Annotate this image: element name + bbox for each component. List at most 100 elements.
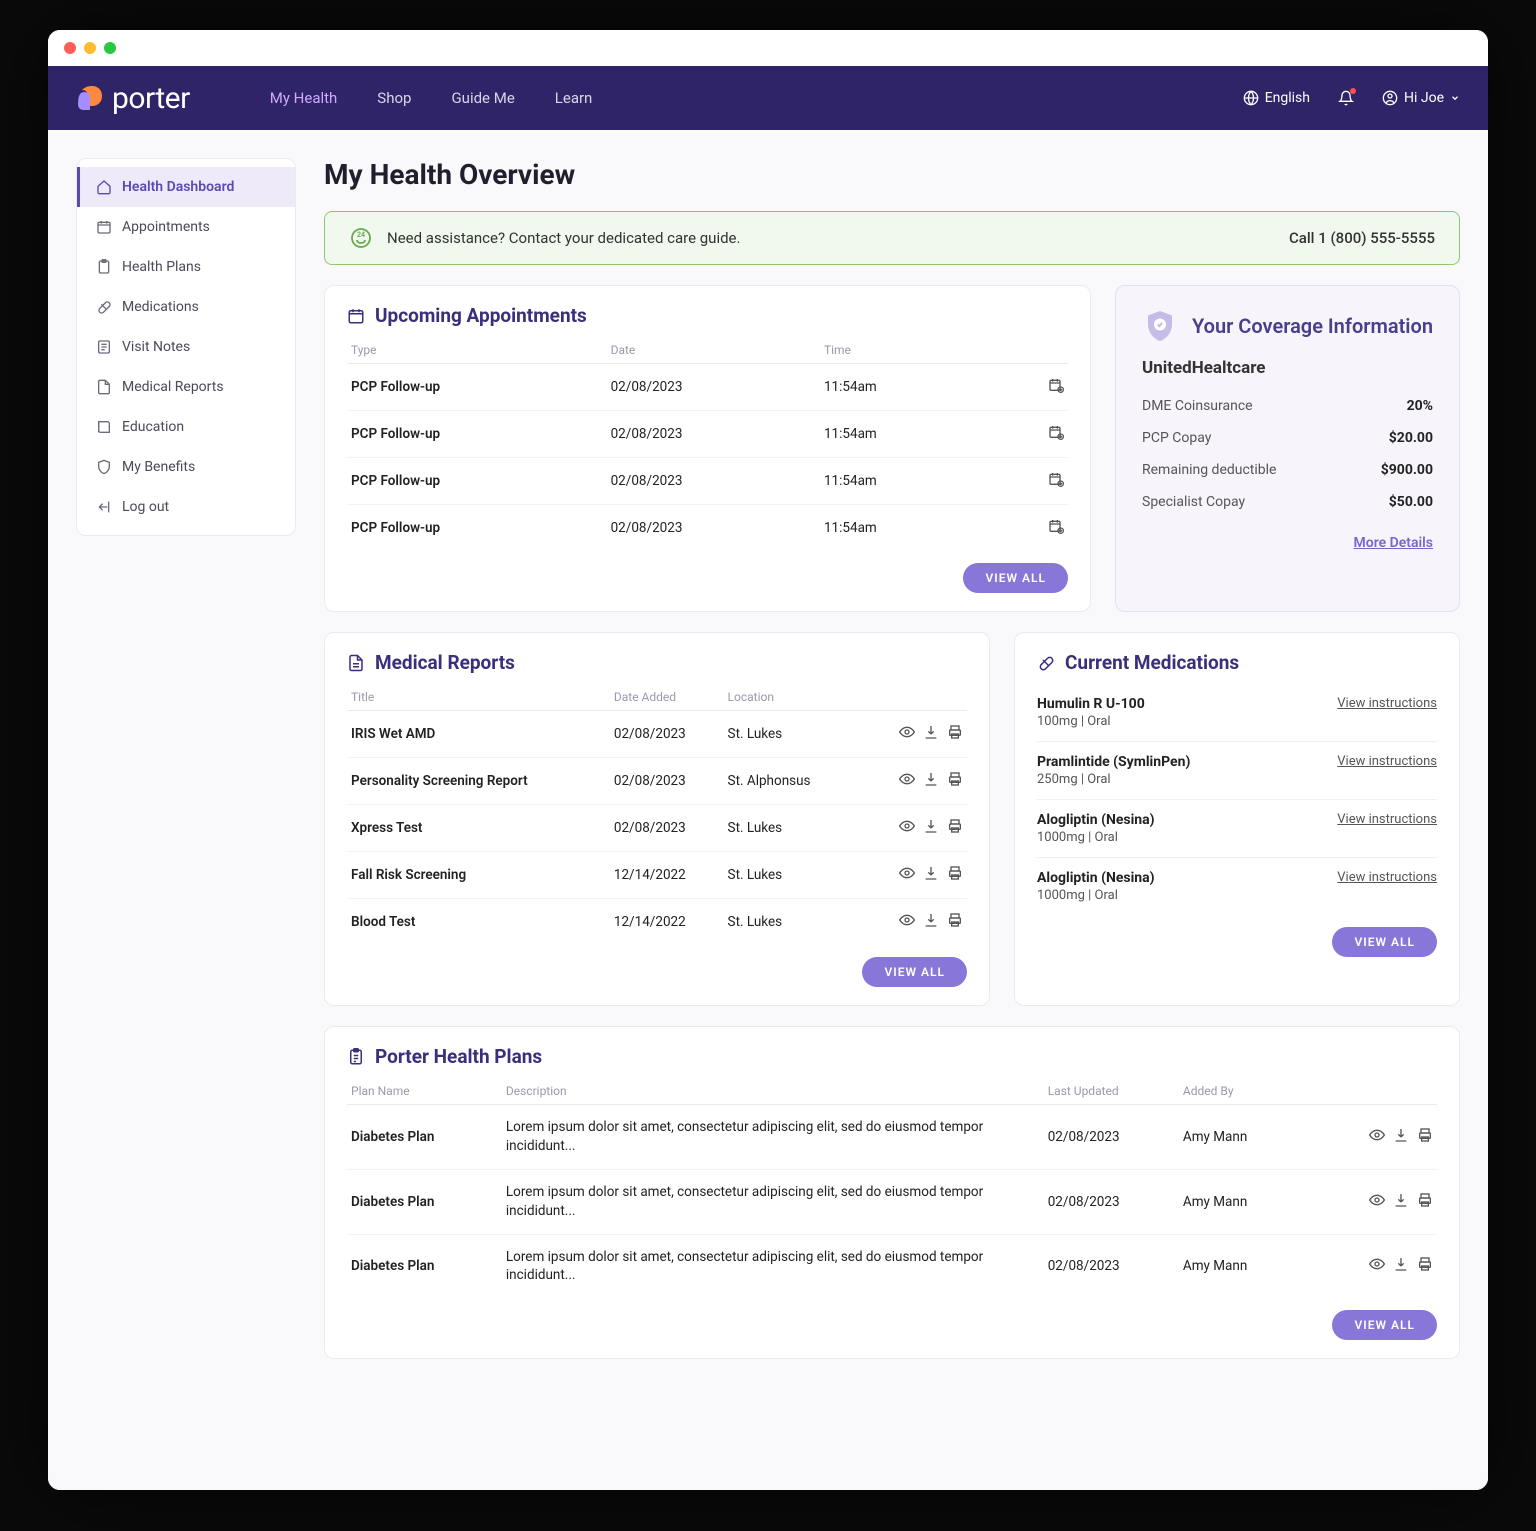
sidebar-item-log-out[interactable]: Log out bbox=[77, 487, 295, 527]
print-icon[interactable] bbox=[947, 771, 963, 787]
language-label: English bbox=[1265, 90, 1310, 106]
add-to-calendar-icon[interactable] bbox=[1048, 424, 1064, 440]
appointment-date: 02/08/2023 bbox=[607, 505, 820, 552]
sidebar-item-medications[interactable]: Medications bbox=[77, 287, 295, 327]
brand-logo[interactable]: porter bbox=[76, 81, 190, 116]
print-icon[interactable] bbox=[947, 865, 963, 881]
sidebar-item-label: Health Plans bbox=[122, 259, 201, 275]
add-to-calendar-icon[interactable] bbox=[1048, 377, 1064, 393]
view-icon[interactable] bbox=[1369, 1256, 1385, 1272]
window-close-button[interactable] bbox=[64, 42, 76, 54]
medications-title: Current Medications bbox=[1065, 651, 1239, 674]
report-location: St. Lukes bbox=[724, 711, 854, 758]
medication-detail: 100mg | Oral bbox=[1037, 714, 1145, 729]
notifications-button[interactable] bbox=[1338, 90, 1354, 106]
print-icon[interactable] bbox=[947, 724, 963, 740]
sidebar-item-visit-notes[interactable]: Visit Notes bbox=[77, 327, 295, 367]
download-icon[interactable] bbox=[1393, 1127, 1409, 1143]
appointment-type: PCP Follow-up bbox=[347, 505, 607, 552]
download-icon[interactable] bbox=[923, 912, 939, 928]
reports-view-all-button[interactable]: VIEW ALL bbox=[862, 957, 967, 987]
medication-instructions-link[interactable]: View instructions bbox=[1337, 870, 1437, 885]
view-icon[interactable] bbox=[1369, 1127, 1385, 1143]
print-icon[interactable] bbox=[1417, 1256, 1433, 1272]
appointments-card: Upcoming Appointments TypeDateTimePCP Fo… bbox=[324, 285, 1091, 612]
coverage-value: $50.00 bbox=[1389, 494, 1433, 510]
book-icon bbox=[96, 419, 112, 435]
view-icon[interactable] bbox=[1369, 1192, 1385, 1208]
view-icon[interactable] bbox=[899, 818, 915, 834]
medication-instructions-link[interactable]: View instructions bbox=[1337, 696, 1437, 711]
plans-card: Porter Health Plans Plan NameDescription… bbox=[324, 1026, 1460, 1359]
note-icon bbox=[96, 339, 112, 355]
nav-link-learn[interactable]: Learn bbox=[555, 89, 593, 107]
coverage-label: DME Coinsurance bbox=[1142, 398, 1253, 414]
home-icon bbox=[96, 179, 112, 195]
download-icon[interactable] bbox=[1393, 1256, 1409, 1272]
sidebar-item-appointments[interactable]: Appointments bbox=[77, 207, 295, 247]
user-menu[interactable]: Hi Joe bbox=[1382, 90, 1460, 106]
download-icon[interactable] bbox=[923, 771, 939, 787]
coverage-row: DME Coinsurance20% bbox=[1142, 390, 1433, 422]
report-date: 02/08/2023 bbox=[610, 805, 724, 852]
medication-instructions-link[interactable]: View instructions bbox=[1337, 812, 1437, 827]
sidebar-item-medical-reports[interactable]: Medical Reports bbox=[77, 367, 295, 407]
svg-text:24: 24 bbox=[357, 231, 365, 239]
column-header: Plan Name bbox=[347, 1078, 502, 1105]
medication-detail: 1000mg | Oral bbox=[1037, 888, 1155, 903]
coverage-value: $900.00 bbox=[1381, 462, 1433, 478]
plans-view-all-button[interactable]: VIEW ALL bbox=[1332, 1310, 1437, 1340]
sidebar-item-health-plans[interactable]: Health Plans bbox=[77, 247, 295, 287]
nav-link-guide-me[interactable]: Guide Me bbox=[451, 89, 514, 107]
column-header: Time bbox=[820, 337, 983, 364]
print-icon[interactable] bbox=[947, 912, 963, 928]
print-icon[interactable] bbox=[1417, 1192, 1433, 1208]
download-icon[interactable] bbox=[923, 724, 939, 740]
column-header: Date bbox=[607, 337, 820, 364]
report-title: Blood Test bbox=[347, 899, 610, 946]
plan-added-by: Amy Mann bbox=[1179, 1169, 1302, 1234]
view-icon[interactable] bbox=[899, 912, 915, 928]
table-row: Diabetes PlanLorem ipsum dolor sit amet,… bbox=[347, 1105, 1437, 1170]
plan-description: Lorem ipsum dolor sit amet, consectetur … bbox=[502, 1169, 1044, 1234]
report-title: Personality Screening Report bbox=[347, 758, 610, 805]
clipboard-icon bbox=[347, 1048, 365, 1066]
report-icon bbox=[347, 654, 365, 672]
window-zoom-button[interactable] bbox=[104, 42, 116, 54]
download-icon[interactable] bbox=[923, 818, 939, 834]
window-minimize-button[interactable] bbox=[84, 42, 96, 54]
assistance-banner: 24 Need assistance? Contact your dedicat… bbox=[324, 211, 1460, 265]
top-navigation: porter My Health Shop Guide Me Learn Englis… bbox=[48, 66, 1488, 130]
appointments-view-all-button[interactable]: VIEW ALL bbox=[963, 563, 1068, 593]
medications-view-all-button[interactable]: VIEW ALL bbox=[1332, 927, 1437, 957]
view-icon[interactable] bbox=[899, 771, 915, 787]
download-icon[interactable] bbox=[923, 865, 939, 881]
add-to-calendar-icon[interactable] bbox=[1048, 471, 1064, 487]
download-icon[interactable] bbox=[1393, 1192, 1409, 1208]
banner-text: Need assistance? Contact your dedicated … bbox=[387, 229, 740, 247]
add-to-calendar-icon[interactable] bbox=[1048, 518, 1064, 534]
nav-link-shop[interactable]: Shop bbox=[377, 89, 411, 107]
print-icon[interactable] bbox=[947, 818, 963, 834]
sidebar-item-health-dashboard[interactable]: Health Dashboard bbox=[77, 167, 295, 207]
column-header: Description bbox=[502, 1078, 1044, 1105]
coverage-more-link[interactable]: More Details bbox=[1354, 535, 1433, 551]
sidebar-item-my-benefits[interactable]: My Benefits bbox=[77, 447, 295, 487]
support-24-icon: 24 bbox=[349, 226, 373, 250]
view-icon[interactable] bbox=[899, 865, 915, 881]
medication-item: Pramlintide (SymlinPen)250mg | OralView … bbox=[1037, 742, 1437, 800]
brand-text: porter bbox=[112, 81, 190, 116]
logout-icon bbox=[96, 499, 112, 515]
nav-link-my-health[interactable]: My Health bbox=[270, 89, 338, 107]
view-icon[interactable] bbox=[899, 724, 915, 740]
plan-name: Diabetes Plan bbox=[347, 1234, 502, 1298]
coverage-title: Your Coverage Information bbox=[1192, 314, 1433, 338]
sidebar-item-education[interactable]: Education bbox=[77, 407, 295, 447]
language-selector[interactable]: English bbox=[1243, 90, 1310, 106]
medication-instructions-link[interactable]: View instructions bbox=[1337, 754, 1437, 769]
medication-name: Alogliptin (Nesina) bbox=[1037, 870, 1155, 886]
column-header bbox=[982, 337, 1068, 364]
column-header bbox=[1302, 1078, 1437, 1105]
print-icon[interactable] bbox=[1417, 1127, 1433, 1143]
column-header bbox=[853, 684, 967, 711]
